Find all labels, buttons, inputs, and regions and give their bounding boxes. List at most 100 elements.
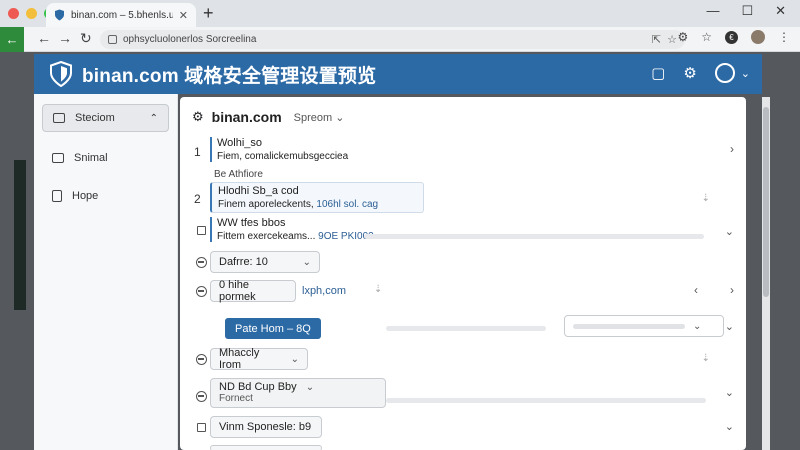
row-toggle-icon[interactable] xyxy=(196,257,207,268)
progress-track xyxy=(386,326,546,331)
record-title: WW tfes bbos xyxy=(217,217,286,229)
dropdown-placeholder-bar xyxy=(573,323,685,329)
primary-action-button[interactable]: Pate Hom – 8Q xyxy=(225,318,321,339)
reload-icon[interactable]: ↻ xyxy=(80,30,92,47)
chevron-right-icon[interactable]: › xyxy=(730,142,734,156)
list-item[interactable]: ND Bd Cup Bby ⌄ Fornect ⌄ xyxy=(194,378,734,408)
restore-button[interactable]: ☐ xyxy=(741,3,753,19)
calendar-icon xyxy=(53,113,65,123)
chevron-down-icon[interactable]: ⌄ xyxy=(741,67,750,80)
row-index: 2 xyxy=(194,192,201,206)
chevron-down-icon[interactable]: ⌄ xyxy=(725,386,734,399)
settings-gear-icon[interactable]: ⚙ xyxy=(683,64,696,82)
section-label: Be Athfiore xyxy=(214,169,263,180)
minimize-window-dot[interactable] xyxy=(26,8,37,19)
record-card: Hlodhi Sb_a cod Finem aporeleckents, 106… xyxy=(210,182,424,213)
panel-header: ⚙ binan.com Spreom ⌄ xyxy=(192,109,344,125)
url-text[interactable]: ophsycluolonerlos Sorcreelina xyxy=(123,34,646,45)
header-icons: ▢ ⚙ ⌄ xyxy=(651,63,750,83)
record-card: WW tfes bbos Fittem exercekeams... 9OE P… xyxy=(210,217,374,242)
minimize-button[interactable]: — xyxy=(706,3,719,19)
back-arrow-icon[interactable]: ← xyxy=(0,27,24,52)
scrollbar-thumb[interactable] xyxy=(763,107,769,297)
close-button[interactable]: ✕ xyxy=(775,3,786,19)
profile-avatar[interactable] xyxy=(751,30,765,44)
extension-gear-icon[interactable]: ⚙ xyxy=(677,30,688,44)
profile-badge-icon[interactable]: € xyxy=(725,30,738,44)
app-header: binan.com 域格安全管理设置预览 ▢ ⚙ ⌄ xyxy=(34,54,762,94)
star-icon[interactable]: ☆ xyxy=(701,30,712,44)
dropdown-subtitle: Fornect xyxy=(219,393,253,404)
dropdown-select[interactable]: ⌄ xyxy=(564,315,724,337)
sidebar-item-snimal[interactable]: Snimal xyxy=(42,144,169,172)
chevron-down-icon[interactable]: ⌄ xyxy=(725,320,734,333)
calendar-icon[interactable]: ▢ xyxy=(651,64,665,82)
sidebar-item-steciom[interactable]: Steciom ⌃ xyxy=(42,104,169,132)
list-item[interactable]: Mhaccly Irom ⌄ ⇣ xyxy=(194,347,734,372)
file-icon xyxy=(52,190,62,202)
chevron-down-icon[interactable]: ⌄ xyxy=(725,225,734,238)
row-toggle-icon[interactable] xyxy=(196,286,207,297)
drag-handle-icon[interactable]: ⇣ xyxy=(702,193,710,204)
chevron-down-icon[interactable]: ⌄ xyxy=(725,420,734,433)
list-item[interactable]: 2 Hlodhi Sb_a cod Finem aporeleckents, 1… xyxy=(194,182,734,213)
page-scrollbar[interactable] xyxy=(762,97,770,450)
list-item[interactable]: WW tfes bbos Fittem exercekeams... 9OE P… xyxy=(194,217,734,245)
row-index: 1 xyxy=(194,145,201,159)
address-bar[interactable]: ophsycluolonerlos Sorcreelina ⇱ ☆ xyxy=(100,30,685,49)
list-item[interactable]: Vinm Sponesle: b9 ⌄ xyxy=(194,416,734,440)
dropdown-value: Vinm Sponesle: b9 xyxy=(219,421,312,433)
sidebar-item-hope[interactable]: Hope xyxy=(42,182,169,210)
dropdown-value: Mhaccly Irom xyxy=(219,347,260,371)
tab-close-icon[interactable]: ✕ xyxy=(179,9,188,22)
close-window-dot[interactable] xyxy=(8,8,19,19)
dropdown-select[interactable]: Mhaccly Irom ⌄ xyxy=(210,347,308,371)
list-item[interactable]: Pate Hom – 8Q ⌄ ⌄ xyxy=(194,315,734,342)
panel-title: binan.com xyxy=(211,109,282,125)
sidebar-item-label: Hope xyxy=(72,190,99,202)
dropdown-value: Dafrre: 10 xyxy=(219,256,268,268)
chevron-down-icon: ⌄ xyxy=(302,256,311,268)
row-toggle-icon[interactable] xyxy=(196,391,207,402)
chevron-right-icon[interactable]: › xyxy=(730,283,734,297)
row-checkbox[interactable] xyxy=(197,226,206,235)
next-row-peek xyxy=(210,445,322,450)
dropdown-value: 0 hihe pormek xyxy=(219,279,256,303)
forward-button-icon[interactable]: → xyxy=(58,30,72,46)
bookmark-star-icon[interactable]: ☆ xyxy=(667,33,677,46)
record-link[interactable]: 106hl sol. cag xyxy=(316,199,378,210)
progress-track xyxy=(364,234,704,239)
browser-menu-icon[interactable]: ⋮ xyxy=(778,30,790,44)
dropdown-select[interactable]: 0 hihe pormek xyxy=(210,279,296,303)
dropdown-select[interactable]: Dafrre: 10 ⌄ xyxy=(210,251,320,273)
new-tab-button[interactable]: + xyxy=(203,3,214,24)
record-subtitle: Fittem exercekeams... 9OE PKI002 xyxy=(217,231,374,242)
sidebar-item-label: Snimal xyxy=(74,152,108,164)
back-button-icon[interactable]: ← xyxy=(37,30,51,46)
row-toggle-icon[interactable] xyxy=(196,354,207,365)
dropdown-select[interactable]: Vinm Sponesle: b9 xyxy=(210,416,322,438)
app-title: binan.com 域格安全管理设置预览 xyxy=(82,65,377,87)
drag-handle-icon[interactable]: ⇣ xyxy=(702,353,710,364)
chevron-down-icon: ⌄ xyxy=(693,320,702,332)
domain-gear-icon: ⚙ xyxy=(192,109,204,124)
list-item[interactable]: 1 Wolhi_so Fiem, comalickemubsgecciea › xyxy=(194,137,734,165)
list-item[interactable]: Dafrre: 10 ⌄ xyxy=(194,251,734,275)
drag-handle-icon[interactable]: ⇣ xyxy=(374,284,382,295)
background-window-strip xyxy=(14,160,26,310)
list-item[interactable]: 0 hihe pormek lxph,com ⇣ ‹ › xyxy=(194,279,734,304)
share-icon[interactable]: ⇱ xyxy=(652,33,661,46)
browser-tab[interactable]: binan.com – 5.bhenls.uk ✕ xyxy=(46,3,196,27)
dropdown-select[interactable]: ND Bd Cup Bby ⌄ Fornect xyxy=(210,378,386,408)
record-link[interactable]: lxph,com xyxy=(302,285,346,297)
chevron-left-icon[interactable]: ‹ xyxy=(694,283,698,297)
sidebar: Steciom ⌃ Snimal Hope xyxy=(34,94,178,450)
panel-view-select[interactable]: Spreom ⌄ xyxy=(294,111,345,124)
row-checkbox[interactable] xyxy=(197,423,206,432)
main-panel: ⚙ binan.com Spreom ⌄ 1 Wolhi_so Fiem, co… xyxy=(180,97,746,450)
user-avatar-icon[interactable] xyxy=(714,63,735,83)
record-title: Wolhi_so xyxy=(217,137,263,149)
user-menu[interactable]: ⌄ xyxy=(714,63,750,83)
site-info-icon[interactable] xyxy=(108,35,117,44)
chevron-up-icon[interactable]: ⌃ xyxy=(150,113,158,124)
